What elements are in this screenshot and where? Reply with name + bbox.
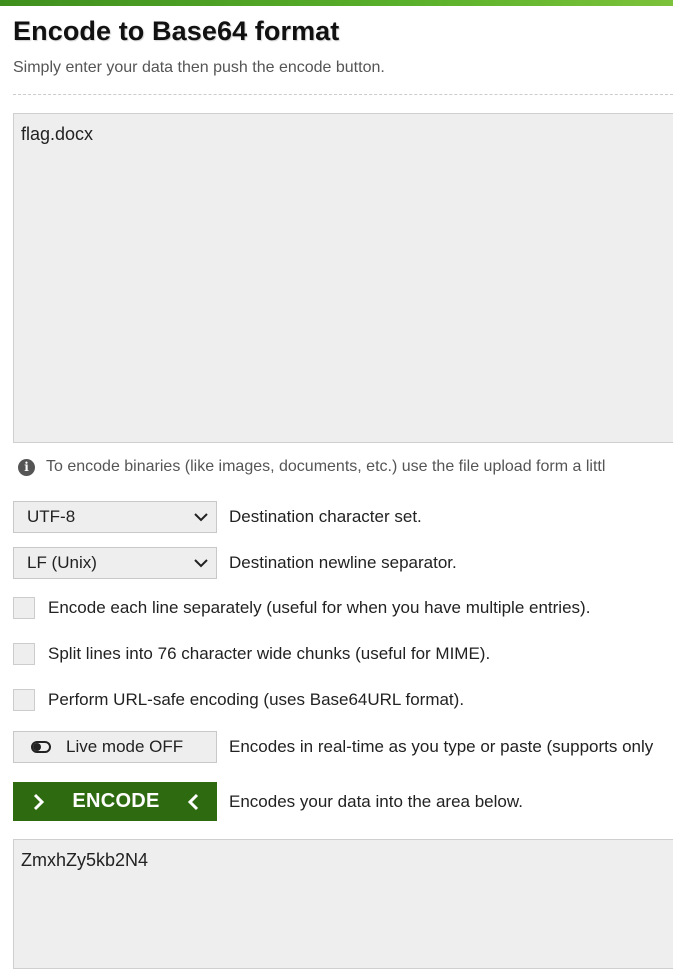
chevron-left-icon <box>187 793 199 810</box>
chevron-down-icon <box>186 502 216 532</box>
encoder-page: Encode to Base64 format Simply enter you… <box>13 0 673 969</box>
newline-label: Destination newline separator. <box>229 553 457 572</box>
checkbox-row-url-safe: Perform URL-safe encoding (uses Base64UR… <box>13 689 464 711</box>
newline-select[interactable]: LF (Unix) <box>13 547 217 579</box>
live-mode-row: Live mode OFF Encodes in real-time as yo… <box>13 731 653 763</box>
page-subtitle: Simply enter your data then push the enc… <box>13 59 385 76</box>
toggle-off-icon <box>31 741 51 753</box>
input-textarea[interactable]: flag.docx <box>13 113 673 443</box>
info-icon: i <box>18 458 35 476</box>
live-mode-description: Encodes in real-time as you type or past… <box>229 737 654 756</box>
newline-selected-value: LF (Unix) <box>27 553 97 572</box>
page-title: Encode to Base64 format <box>13 16 340 46</box>
checkbox-row-each-line: Encode each line separately (useful for … <box>13 597 590 619</box>
encode-row: ENCODE Encodes your data into the area b… <box>13 782 523 821</box>
encode-each-line-label[interactable]: Encode each line separately (useful for … <box>48 598 590 618</box>
charset-row: UTF-8 Destination character set. <box>13 501 422 533</box>
split-lines-label[interactable]: Split lines into 76 character wide chunk… <box>48 644 490 664</box>
output-textarea[interactable]: ZmxhZy5kb2N4 <box>13 839 673 969</box>
checkbox-row-split-lines: Split lines into 76 character wide chunk… <box>13 643 490 665</box>
split-lines-checkbox[interactable] <box>13 643 35 665</box>
charset-selected-value: UTF-8 <box>27 507 76 526</box>
encode-description: Encodes your data into the area below. <box>229 791 523 811</box>
encode-each-line-checkbox[interactable] <box>13 597 35 619</box>
charset-label: Destination character set. <box>229 507 422 526</box>
url-safe-label[interactable]: Perform URL-safe encoding (uses Base64UR… <box>48 690 464 710</box>
info-note: i To encode binaries (like images, docum… <box>18 458 605 476</box>
live-mode-button[interactable]: Live mode OFF <box>13 731 217 763</box>
chevron-right-icon <box>33 793 45 810</box>
info-note-text: To encode binaries (like images, documen… <box>46 458 606 475</box>
newline-row: LF (Unix) Destination newline separator. <box>13 547 457 579</box>
url-safe-checkbox[interactable] <box>13 689 35 711</box>
encode-button[interactable]: ENCODE <box>13 782 217 821</box>
encode-button-label: ENCODE <box>72 790 160 812</box>
chevron-down-icon <box>186 548 216 578</box>
header-divider <box>13 94 673 95</box>
charset-select[interactable]: UTF-8 <box>13 501 217 533</box>
live-mode-button-label: Live mode OFF <box>66 737 184 756</box>
